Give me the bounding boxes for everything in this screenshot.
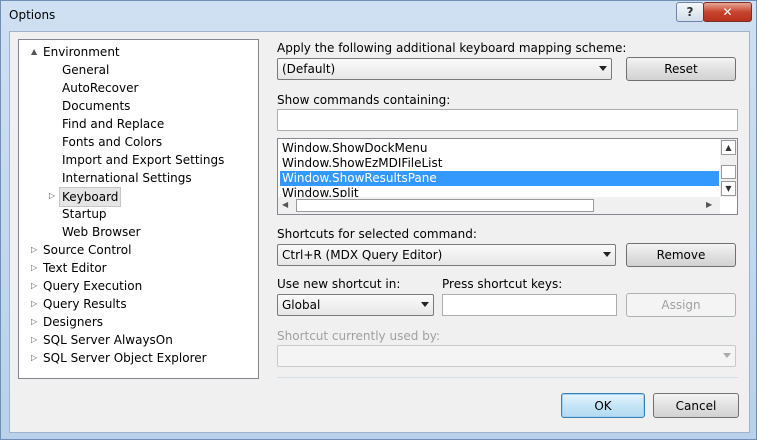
chevron-down-icon: [421, 302, 429, 307]
dialog-window: Options ? ✕ ▲ Environment General AutoRecov…: [0, 0, 757, 440]
collapse-arrow-icon[interactable]: ▲: [31, 43, 40, 61]
mapping-scheme-select[interactable]: (Default): [277, 58, 612, 80]
tree-item-label: Text Editor: [43, 261, 107, 275]
horizontal-scroll-thumb[interactable]: [296, 199, 594, 212]
mapping-scheme-value: (Default): [282, 62, 336, 76]
help-icon: ?: [686, 5, 694, 19]
expand-arrow-icon[interactable]: ▷: [31, 259, 40, 277]
tree-item[interactable]: ▷ Keyboard: [19, 187, 258, 207]
tree-item-label: International Settings: [62, 171, 192, 185]
tree-item-label: Query Execution: [43, 279, 143, 293]
shortcuts-value: Ctrl+R (MDX Query Editor): [282, 248, 443, 262]
tree-item-label: Import and Export Settings: [62, 153, 225, 167]
scroll-right-icon[interactable]: ▶: [706, 200, 712, 209]
tree-item-label: Documents: [62, 99, 131, 113]
close-button[interactable]: ✕: [703, 2, 752, 22]
tree-item[interactable]: Fonts and Colors: [19, 133, 258, 151]
tree-item-label: Startup: [62, 207, 107, 221]
tree-item-label: Source Control: [43, 243, 132, 257]
title-bar: Options ? ✕: [1, 1, 757, 31]
vertical-scroll-thumb[interactable]: [721, 165, 736, 179]
tree-item[interactable]: ▷ Query Execution: [19, 277, 258, 295]
command-list-vertical-scrollbar[interactable]: ▲ ▼: [720, 139, 737, 197]
used-by-label: Shortcut currently used by:: [277, 329, 441, 343]
tree-item[interactable]: General: [19, 61, 258, 79]
tree-item-label: Find and Replace: [62, 117, 165, 131]
tree-item[interactable]: ▷ Source Control: [19, 241, 258, 259]
remove-button[interactable]: Remove: [626, 243, 736, 267]
command-list-item[interactable]: Window.ShowDockMenu: [280, 141, 719, 156]
scroll-down-icon[interactable]: ▼: [721, 181, 736, 196]
shortcuts-select[interactable]: Ctrl+R (MDX Query Editor): [277, 244, 616, 266]
tree-item[interactable]: International Settings: [19, 169, 258, 187]
show-commands-label: Show commands containing:: [277, 93, 451, 107]
assign-button[interactable]: Assign: [626, 293, 736, 317]
tree-item-label: Fonts and Colors: [62, 135, 163, 149]
reset-button-label: Reset: [664, 62, 698, 76]
expand-arrow-icon[interactable]: ▷: [31, 241, 40, 259]
chevron-down-icon: [599, 66, 607, 71]
shortcut-keys-input[interactable]: [442, 294, 617, 316]
tree-item[interactable]: Find and Replace: [19, 115, 258, 133]
tree-item[interactable]: ▷ Query Results: [19, 295, 258, 313]
expand-arrow-icon[interactable]: ▷: [31, 313, 40, 331]
tree-item-label: General: [62, 63, 110, 77]
tree-item[interactable]: Import and Export Settings: [19, 151, 258, 169]
tree-item[interactable]: ▷ Designers: [19, 313, 258, 331]
command-filter-input[interactable]: [277, 109, 738, 131]
tree-item-label: SQL Server Object Explorer: [43, 351, 207, 365]
tree-item-label: Designers: [43, 315, 103, 329]
tree-item-label: AutoRecover: [62, 81, 139, 95]
tree-item-label: Keyboard: [59, 187, 122, 207]
used-by-select[interactable]: [277, 345, 736, 367]
command-list-item[interactable]: Window.ShowResultsPane: [280, 171, 719, 186]
assign-button-label: Assign: [661, 298, 701, 312]
shortcuts-label: Shortcuts for selected command:: [277, 227, 477, 241]
close-icon: ✕: [722, 5, 733, 19]
chevron-down-icon: [603, 252, 611, 257]
tree-item[interactable]: ▲ Environment: [19, 43, 258, 61]
footer-separator: [277, 377, 738, 378]
use-new-shortcut-label: Use new shortcut in:: [277, 277, 401, 291]
tree-item[interactable]: Web Browser: [19, 223, 258, 241]
tree-item-label: SQL Server AlwaysOn: [43, 333, 173, 347]
window-title: Options: [9, 8, 56, 22]
command-list-item[interactable]: Window.ShowEzMDIFileList: [280, 156, 719, 171]
tree-item-label: Query Results: [43, 297, 127, 311]
reset-button[interactable]: Reset: [626, 57, 736, 81]
shortcut-scope-value: Global: [282, 298, 321, 312]
scroll-up-icon[interactable]: ▲: [721, 140, 736, 155]
cancel-button[interactable]: Cancel: [653, 393, 739, 418]
cancel-button-label: Cancel: [675, 398, 717, 413]
tree-item[interactable]: Startup: [19, 205, 258, 223]
shortcut-scope-select[interactable]: Global: [277, 294, 434, 316]
command-list[interactable]: Window.ShowDockMenu Window.ShowEzMDIFileL…: [277, 138, 738, 215]
expand-arrow-icon[interactable]: ▷: [31, 295, 40, 313]
scroll-left-icon[interactable]: ◀: [282, 200, 288, 209]
mapping-scheme-label: Apply the following additional keyboard …: [277, 41, 627, 55]
tree-item[interactable]: AutoRecover: [19, 79, 258, 97]
ok-button[interactable]: OK: [561, 393, 645, 418]
expand-arrow-icon[interactable]: ▷: [31, 349, 40, 367]
help-button[interactable]: ?: [676, 2, 704, 22]
expand-arrow-icon[interactable]: ▷: [31, 331, 40, 349]
ok-button-label: OK: [594, 398, 612, 413]
tree-item[interactable]: Documents: [19, 97, 258, 115]
remove-button-label: Remove: [656, 248, 706, 262]
options-tree[interactable]: ▲ Environment General AutoRecover Documents F…: [18, 39, 259, 379]
tree-item-label: Environment: [43, 45, 120, 59]
tree-item[interactable]: ▷ SQL Server Object Explorer: [19, 349, 258, 367]
press-shortcut-label: Press shortcut keys:: [442, 277, 563, 291]
tree-item-label: Web Browser: [62, 225, 141, 239]
expand-arrow-icon[interactable]: ▷: [49, 187, 58, 205]
command-list-horizontal-scrollbar[interactable]: ◀ ▶: [278, 197, 720, 214]
tree-item[interactable]: ▷ Text Editor: [19, 259, 258, 277]
tree-item[interactable]: ▷ SQL Server AlwaysOn: [19, 331, 258, 349]
expand-arrow-icon[interactable]: ▷: [31, 277, 40, 295]
chevron-down-icon: [723, 353, 731, 358]
dialog-client-area: ▲ Environment General AutoRecover Documents F…: [9, 31, 750, 433]
